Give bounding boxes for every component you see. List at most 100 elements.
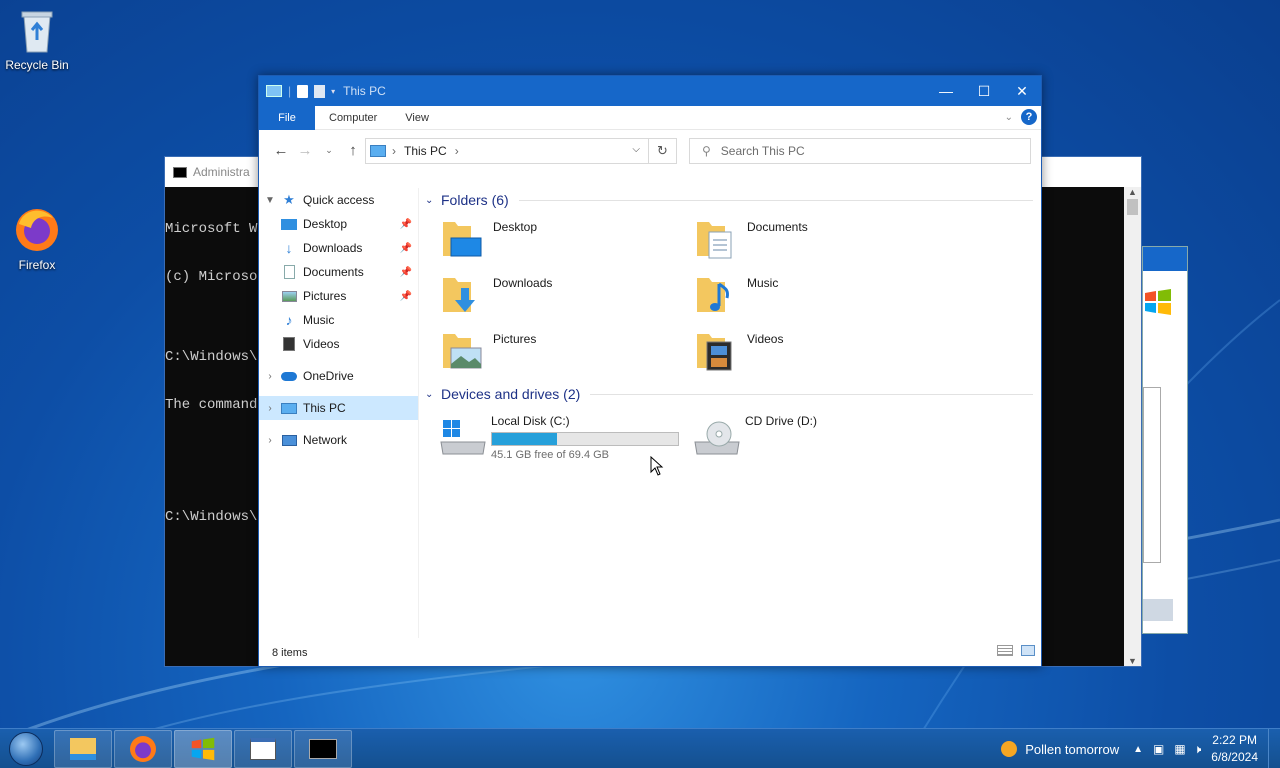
recent-locations-button[interactable]: ⌄ [317,145,341,156]
address-bar[interactable]: › This PC › ⌵ ↻ [365,138,677,164]
explorer-title-bar[interactable]: | ▾ This PC — ☐ ✕ [259,76,1041,106]
nav-videos[interactable]: Videos [259,332,418,356]
scroll-thumb[interactable] [1127,199,1138,215]
dialog-list[interactable] [1143,387,1161,563]
collapse-chevron-icon[interactable]: ⌄ [425,195,439,206]
expand-chevron-icon[interactable]: › [259,403,281,414]
recycle-bin-label: Recycle Bin [5,58,69,72]
videos-folder-icon [695,328,741,372]
content-pane[interactable]: ⌄ Folders (6) Desktop Documents Download… [425,188,1041,638]
cmd-icon [173,166,187,178]
nav-music[interactable]: ♪ Music [259,308,418,332]
nav-label: Network [303,433,348,447]
start-button[interactable] [0,729,52,768]
forward-button[interactable]: → [293,142,317,159]
back-button[interactable]: ← [269,142,293,159]
navigation-pane[interactable]: ▼ ★ Quick access Desktop 📌 ↓ Downloads 📌… [259,188,419,638]
address-dropdown-icon[interactable]: ⌵ [632,144,640,155]
tab-computer[interactable]: Computer [315,106,391,130]
taskbar-document-app[interactable] [234,729,292,768]
tab-file[interactable]: File [259,105,315,130]
separator: | [288,84,292,98]
taskbar-firefox[interactable] [114,729,172,768]
background-dialog[interactable] [1142,246,1188,634]
collapse-chevron-icon[interactable]: ▼ [259,195,281,206]
dialog-button[interactable] [1143,599,1173,621]
breadcrumb-this-pc[interactable]: This PC [404,144,447,158]
nav-label: Videos [303,337,340,351]
drives-grid: Local Disk (C:) 45.1 GB free of 69.4 GB … [425,406,1041,466]
folder-music[interactable]: Music [695,272,949,320]
help-icon[interactable]: ? [1021,109,1037,125]
firefox-label: Firefox [18,258,56,272]
new-folder-icon[interactable] [314,84,326,98]
desktop-icon-firefox[interactable]: Firefox [0,204,74,272]
details-view-icon[interactable] [997,645,1013,656]
pin-icon: 📌 [399,266,412,278]
devices-group-header[interactable]: ⌄ Devices and drives (2) [425,382,1041,406]
windows-logo-icon [1143,287,1173,317]
clock[interactable]: 2:22 PM 6/8/2024 [1211,732,1258,766]
nav-pictures[interactable]: Pictures 📌 [259,284,418,308]
file-explorer-window[interactable]: | ▾ This PC — ☐ ✕ File Computer View ⌄ ?… [258,75,1042,667]
folders-grid: Desktop Documents Downloads Music Pictur… [425,212,1041,376]
large-icons-view-icon[interactable] [1021,645,1035,656]
network-tray-icon[interactable]: ▦ [1174,742,1185,756]
close-button[interactable]: ✕ [1003,76,1041,106]
show-hidden-icons-button[interactable]: ▲ [1133,744,1143,755]
customize-quick-access-icon[interactable]: ▾ [331,87,335,96]
nav-downloads[interactable]: ↓ Downloads 📌 [259,236,418,260]
desktop-icon [281,216,297,232]
taskbar-file-explorer[interactable] [54,729,112,768]
nav-quick-access[interactable]: ▼ ★ Quick access [259,188,418,212]
show-desktop-button[interactable] [1268,729,1280,768]
expand-chevron-icon[interactable]: › [259,435,281,446]
meet-now-icon[interactable]: ▣ [1153,742,1164,756]
windows-logo-icon [191,737,215,760]
search-placeholder: Search This PC [720,144,805,158]
search-input[interactable]: ⚲ Search This PC [689,138,1031,164]
desktop-icon-recycle-bin[interactable]: Recycle Bin [0,8,74,72]
folder-label: Downloads [493,276,553,290]
weather-text[interactable]: Pollen tomorrow [1025,742,1119,757]
up-button[interactable]: ↑ [341,142,365,159]
network-icon [281,432,297,448]
folder-videos[interactable]: Videos [695,328,949,376]
nav-documents[interactable]: Documents 📌 [259,260,418,284]
expand-ribbon-icon[interactable]: ⌄ [1005,112,1013,123]
folder-documents[interactable]: Documents [695,216,949,264]
weather-sun-icon[interactable] [1001,741,1018,757]
properties-icon[interactable] [297,84,309,98]
expand-chevron-icon[interactable]: › [259,371,281,382]
hard-drive-icon [437,416,489,462]
nav-desktop[interactable]: Desktop 📌 [259,212,418,236]
breadcrumb-separator: › [392,144,396,158]
clock-date: 6/8/2024 [1211,750,1258,764]
minimize-button[interactable]: — [927,76,965,106]
scroll-up-icon[interactable]: ▲ [1124,187,1141,197]
drive-cd-d[interactable]: CD Drive (D:) [691,412,945,466]
clock-time: 2:22 PM [1212,733,1257,747]
folder-downloads[interactable]: Downloads [441,272,695,320]
firefox-icon [130,735,156,762]
dialog-titlebar [1143,247,1187,271]
folder-pictures[interactable]: Pictures [441,328,695,376]
computer-icon [370,145,386,157]
folder-label: Videos [747,332,784,346]
nav-this-pc[interactable]: › This PC [259,396,418,420]
scroll-down-icon[interactable]: ▼ [1124,656,1141,666]
maximize-button[interactable]: ☐ [965,76,1003,106]
search-icon: ⚲ [702,144,711,158]
nav-label: Documents [303,265,364,279]
tab-view[interactable]: View [391,106,443,130]
nav-onedrive[interactable]: › OneDrive [259,364,418,388]
taskbar-windows-dialog[interactable] [174,729,232,768]
taskbar-command-prompt[interactable] [294,729,352,768]
folders-group-header[interactable]: ⌄ Folders (6) [425,188,1041,212]
volume-muted-icon[interactable]: 🕨 [1194,742,1202,757]
cmd-scrollbar[interactable]: ▲ ▼ [1124,187,1141,666]
folder-desktop[interactable]: Desktop [441,216,695,264]
refresh-button[interactable]: ↻ [648,139,676,163]
nav-network[interactable]: › Network [259,428,418,452]
collapse-chevron-icon[interactable]: ⌄ [425,389,439,400]
